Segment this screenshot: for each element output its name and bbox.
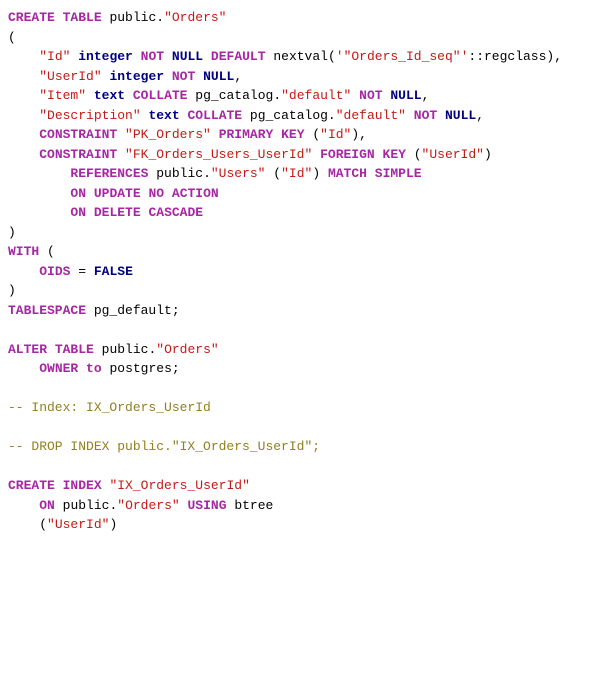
schema: public — [109, 10, 156, 25]
sql-code-block: CREATE TABLE public."Orders" ( "Id" inte… — [8, 8, 599, 535]
comment-index: -- Index: IX_Orders_UserId — [8, 400, 211, 415]
col-id: "Id" — [39, 49, 70, 64]
keyword-constraint: CONSTRAINT — [39, 127, 117, 142]
comment-drop: -- DROP INDEX public."IX_Orders_UserId"; — [8, 439, 320, 454]
keyword-create: CREATE — [8, 10, 55, 25]
col-userid: "UserId" — [39, 69, 101, 84]
col-item: "Item" — [39, 88, 86, 103]
col-description: "Description" — [39, 108, 140, 123]
table-name: "Orders" — [164, 10, 226, 25]
keyword-alter: ALTER — [8, 342, 47, 357]
keyword-table: TABLE — [63, 10, 102, 25]
